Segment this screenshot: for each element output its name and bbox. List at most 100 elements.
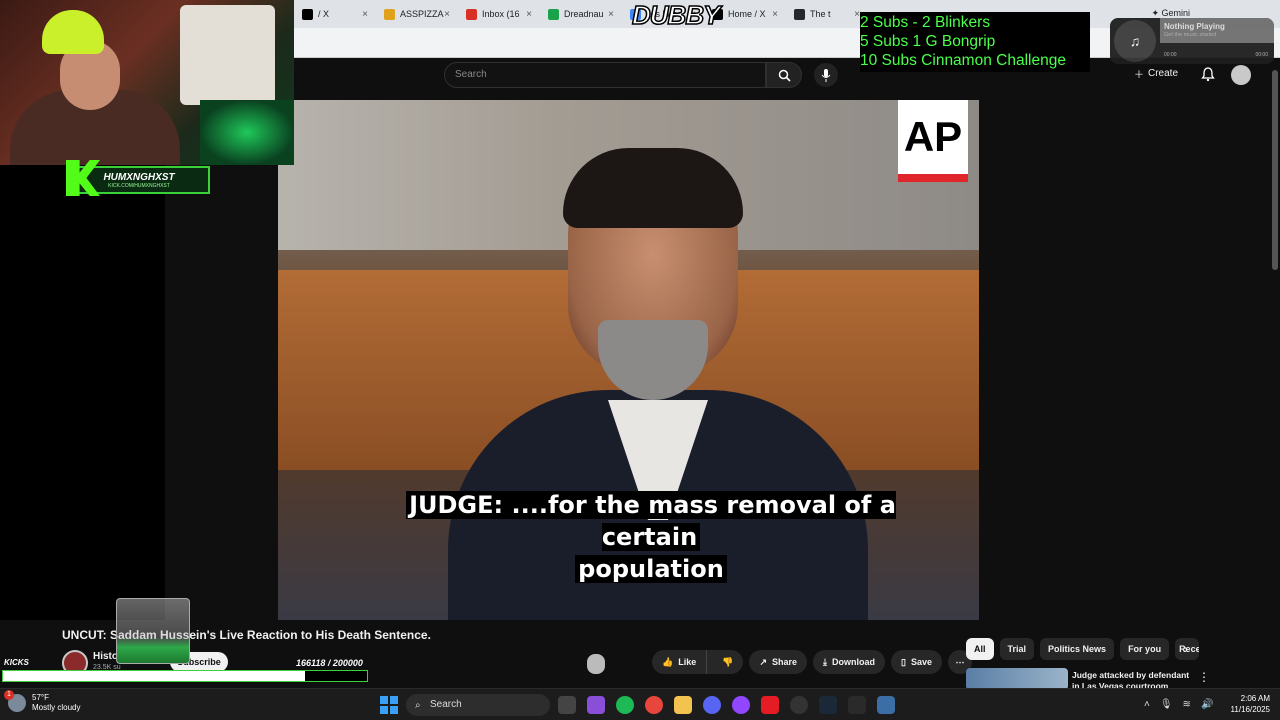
chevron-up-icon[interactable]: ˄ [1144,699,1150,710]
share-arrow-icon: ↗ [759,656,767,667]
temperature: 57°F [32,693,49,702]
bear-emoji-icon [587,654,605,674]
caption-line-1: JUDGE: ....for the mass removal of a cer… [406,491,896,551]
scrollbar-thumb[interactable] [1272,70,1278,270]
like-label: Like [678,657,697,667]
microphone-icon [821,68,831,82]
recommendation-chips: All Trial Politics News For you Rece [966,638,1200,660]
search-button[interactable] [766,62,802,88]
music-time-end: 00:00 [1255,52,1268,58]
itunes-icon[interactable] [587,696,605,714]
discord-icon[interactable] [703,696,721,714]
spotify-icon[interactable] [616,696,634,714]
like-button[interactable]: 👍 Like [652,650,708,674]
wifi-icon[interactable]: ≋ [1183,699,1191,710]
channel-name[interactable]: Histo [93,651,118,662]
gmail-icon [466,8,477,20]
chevron-right-icon[interactable]: › [1184,642,1188,656]
share-button[interactable]: ↗ Share [749,650,808,674]
steam-icon[interactable] [819,696,837,714]
video-caption: JUDGE: ....for the mass removal of a cer… [402,489,900,585]
overlay-left-background [0,165,165,620]
webcam-ghost-poster [180,5,275,105]
obs-icon[interactable] [732,696,750,714]
streamer-webcam [0,0,294,165]
browser-tab[interactable]: The t × [786,0,868,28]
github-desktop-icon[interactable] [790,696,808,714]
close-icon[interactable]: × [772,9,778,20]
recommended-video-thumbnail[interactable] [966,668,1068,690]
kick-channel-url: KICK.COM/HUMXNGHXST [108,182,170,189]
chip-for-you[interactable]: For you [1120,638,1170,660]
voice-search-button[interactable] [814,63,838,87]
more-vertical-icon[interactable]: ⋮ [1198,670,1210,684]
now-playing-label: Nothing Playing [1164,22,1225,31]
download-label: Download [832,657,875,667]
microphone-tray-icon[interactable]: 🎙 [1160,699,1173,710]
browser-tab[interactable]: Inbox (16 × [458,0,540,28]
clock-date: 11/16/2025 [1230,705,1270,714]
sub-goal-2: 5 Subs 1 G Bongrip [860,33,996,50]
search-input[interactable]: Search [444,62,766,88]
star-icon [384,8,395,20]
browser-tab[interactable]: ASSPIZZA × [376,0,458,28]
search-icon [778,69,791,82]
notification-badge: 1 [4,690,14,700]
music-time-start: 00:00 [1164,52,1177,58]
close-icon[interactable]: × [526,9,532,20]
notifications-bell-icon[interactable] [1200,66,1216,82]
video-player[interactable]: AP JUDGE: ....for the mass removal of a … [278,100,979,620]
download-icon: ⤓ [823,656,827,667]
dislike-button[interactable]: 👎 [712,650,743,674]
music-progress: 00:00 00:00 [1164,52,1268,58]
save-label: Save [910,657,932,667]
bookmark-icon: ▯ [901,656,906,667]
task-view-icon[interactable] [558,696,576,714]
weather-text: 57°F Mostly cloudy [32,693,80,713]
terminal-icon[interactable] [848,696,866,714]
music-note-icon: ♫ [1114,20,1156,62]
music-widget[interactable]: ♫ Nothing Playing Get the music started … [1110,18,1274,64]
volume-icon[interactable]: 🔊 [1201,699,1213,710]
thumbs-up-icon: 👍 [662,656,674,667]
browser-tab-label: Dreadnau [564,9,604,19]
roblox-icon[interactable] [761,696,779,714]
snipping-tool-icon[interactable] [877,696,895,714]
download-button[interactable]: ⤓ Download [813,650,885,674]
chip-all[interactable]: All [966,638,994,660]
kicks-label: KICKS [4,658,29,667]
sub-goal-3: 10 Subs Cinnamon Challenge [860,52,1066,69]
save-button[interactable]: ▯ Save [891,650,942,674]
video-actions: 👍 Like 👎 ↗ Share ⤓ Download ▯ Save ⋯ [652,650,972,674]
file-explorer-icon[interactable] [674,696,692,714]
chip-trial[interactable]: Trial [999,638,1035,660]
taskbar-search[interactable]: ⌕ Search [406,694,550,716]
account-avatar[interactable] [1231,65,1251,85]
browser-tab[interactable]: / X × [294,0,376,28]
chrome-icon[interactable] [645,696,663,714]
page-left-gutter [165,165,278,620]
create-button[interactable]: ＋ Create [1134,66,1178,81]
sub-goal-1: 2 Subs - 2 Blinkers [860,14,991,31]
clock-time: 2:06 AM [1240,694,1270,703]
start-windows-icon[interactable] [380,696,398,714]
search-icon: ⌕ [415,700,421,711]
close-icon[interactable]: × [608,9,614,20]
system-tray: ˄ 🎙 ≋ 🔊 [1144,699,1213,710]
taskbar-pinned-apps [558,696,895,714]
cloud-icon: 1 [4,690,26,712]
browser-tab[interactable]: Dreadnau × [540,0,622,28]
weather-widget[interactable]: 1 57°F Mostly cloudy [4,690,80,713]
ap-watermark: AP [898,100,968,182]
caption-line-2: population [575,555,727,583]
weather-condition: Mostly cloudy [32,703,81,712]
share-label: Share [772,657,798,667]
chip-politics-news[interactable]: Politics News [1040,638,1115,660]
system-clock[interactable]: 2:06 AM 11/16/2025 [1218,693,1270,715]
kick-channel-name: HUMXNGHXST [103,171,175,183]
close-icon[interactable]: × [362,9,368,20]
close-icon[interactable]: × [444,9,450,20]
x-logo-icon [302,8,313,20]
create-label: Create [1148,68,1179,79]
browser-tab-label: ASSPIZZA [400,9,444,19]
